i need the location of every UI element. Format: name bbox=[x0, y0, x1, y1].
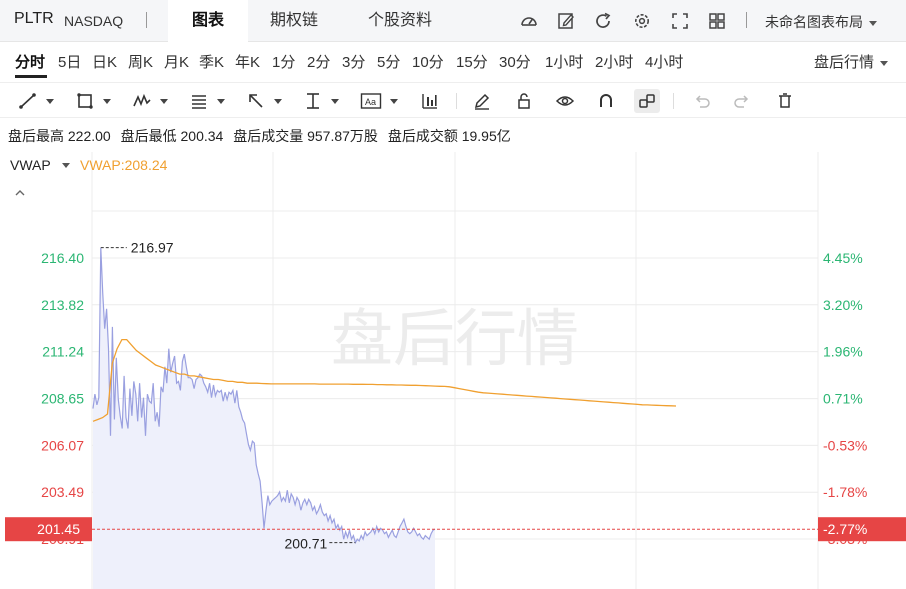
last-price-value: 201.45 bbox=[37, 521, 80, 537]
last-pct-value: -2.77% bbox=[823, 521, 867, 537]
min-price-label: 200.71 bbox=[285, 536, 328, 552]
price-tick-label: 208.65 bbox=[41, 391, 84, 407]
indicator-name[interactable]: VWAP bbox=[10, 157, 51, 173]
price-axis-left: 216.40213.82211.24208.65206.07203.49200.… bbox=[41, 250, 84, 547]
price-chart[interactable]: 盘后行情 216.40 213.82 211.24 208.65 206.07 203.4… bbox=[0, 0, 906, 589]
chevron-down-icon[interactable] bbox=[62, 163, 70, 168]
percent-tick-label: -1.78% bbox=[823, 484, 867, 500]
chevron-up-icon[interactable] bbox=[14, 184, 26, 202]
percent-tick-label: 0.71% bbox=[823, 391, 863, 407]
percent-tick-label: -0.53% bbox=[823, 437, 867, 453]
vwap-value: VWAP:208.24 bbox=[80, 157, 168, 173]
price-tick-label: 216.40 bbox=[41, 250, 84, 266]
price-tick-label: 211.24 bbox=[42, 344, 84, 360]
percent-tick-label: 4.45% bbox=[823, 250, 863, 266]
price-tick-label: 203.49 bbox=[41, 484, 84, 500]
percent-axis-right: 4.45%3.20%1.96%0.71%-0.53%-1.78%-3.03% bbox=[823, 250, 867, 547]
percent-tick-label: 3.20% bbox=[823, 297, 863, 313]
price-tick-label: 206.07 bbox=[41, 437, 84, 453]
price-tick-label: 213.82 bbox=[41, 297, 84, 313]
max-price-label: 216.97 bbox=[131, 240, 174, 256]
percent-tick-label: 1.96% bbox=[823, 344, 863, 360]
chart-watermark: 盘后行情 bbox=[331, 302, 579, 375]
